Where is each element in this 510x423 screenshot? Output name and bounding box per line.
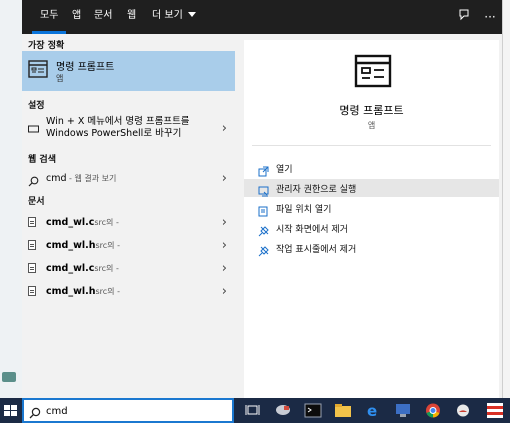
chrome-browser-icon[interactable] — [422, 400, 444, 421]
taskbar: e — [0, 398, 510, 423]
feedback-icon[interactable] — [450, 0, 478, 34]
chevron-down-icon — [187, 12, 196, 17]
chevron-right-icon: › — [221, 238, 227, 253]
search-icon — [29, 404, 41, 423]
detail-subtitle: 앱 — [367, 121, 376, 130]
best-match-name: 명령 프롬프트 — [56, 62, 115, 73]
desktop-icon[interactable] — [2, 372, 16, 382]
settings-item[interactable]: Win + X 메뉴에서 명령 프롬프트를 Windows PowerShell… — [22, 116, 235, 144]
search-icon — [28, 172, 39, 191]
section-documents: 문서 — [28, 197, 45, 207]
unpin-icon — [258, 242, 269, 257]
document-icon — [28, 217, 36, 227]
document-item[interactable]: cmd_wl.csrc의 - › — [22, 260, 235, 278]
unpin-icon — [258, 222, 269, 237]
open-icon — [258, 162, 269, 177]
windows-start-icon[interactable] — [0, 398, 22, 423]
detail-title: 명령 프롬프트 — [339, 104, 404, 117]
document-icon — [28, 240, 36, 250]
document-icon — [28, 286, 36, 296]
display-settings-icon — [28, 119, 39, 138]
command-prompt-icon — [28, 60, 48, 82]
app-icon[interactable] — [484, 400, 506, 421]
tab-web[interactable]: 웹 — [119, 0, 144, 34]
desktop-background — [0, 0, 22, 398]
document-item[interactable]: cmd_wl.csrc의 - › — [22, 214, 235, 232]
svg-text:e: e — [367, 402, 377, 420]
app-icon[interactable] — [452, 400, 474, 421]
app-icon[interactable] — [272, 400, 294, 421]
action-unpin-start[interactable]: 시작 화면에서 제거 — [244, 219, 499, 237]
folder-icon — [258, 202, 269, 217]
section-web-search: 웹 검색 — [28, 155, 56, 165]
best-match-type: 앱 — [56, 74, 64, 83]
more-options-icon[interactable]: ··· — [476, 0, 504, 34]
filter-tab-bar: 모두 앱 문서 웹 더 보기 ··· — [22, 0, 502, 34]
search-input[interactable] — [46, 403, 226, 419]
section-best-match: 가장 정확 — [28, 41, 65, 51]
action-open[interactable]: 열기 — [244, 159, 499, 177]
tab-more[interactable]: 더 보기 — [144, 0, 204, 34]
task-view-icon[interactable] — [242, 400, 264, 421]
start-search-panel: 모두 앱 문서 웹 더 보기 ··· 가장 정확 명령 프롬프트 앱 설정 Wi… — [22, 0, 502, 398]
command-prompt-large-icon — [354, 54, 392, 92]
action-open-file-location[interactable]: 파일 위치 열기 — [244, 199, 499, 217]
action-unpin-taskbar[interactable]: 작업 표시줄에서 제거 — [244, 239, 499, 257]
chevron-right-icon: › — [221, 261, 227, 276]
document-item[interactable]: cmd_wl.hsrc의 - › — [22, 237, 235, 255]
best-match-item[interactable]: 명령 프롬프트 앱 — [22, 51, 235, 91]
tab-documents[interactable]: 문서 — [86, 0, 120, 34]
chevron-right-icon: › — [221, 171, 227, 186]
tab-all[interactable]: 모두 — [32, 0, 67, 34]
chevron-right-icon: › — [221, 284, 227, 299]
action-run-as-admin[interactable]: 관리자 권한으로 실행 — [244, 179, 499, 197]
document-icon — [28, 263, 36, 273]
terminal-icon[interactable] — [302, 400, 324, 421]
divider — [252, 145, 491, 146]
detail-pane: 명령 프롬프트 앱 열기 관리자 권한으로 실행 파일 위치 열기 시작 화면에… — [244, 40, 499, 398]
file-explorer-icon[interactable] — [332, 400, 354, 421]
desktop-window-edge — [502, 0, 510, 398]
section-settings: 설정 — [28, 101, 45, 111]
web-search-item[interactable]: cmd - 웹 결과 보기 › — [22, 170, 235, 188]
app-icon[interactable] — [392, 400, 414, 421]
taskbar-search-box[interactable] — [22, 398, 234, 423]
chevron-right-icon: › — [221, 121, 227, 136]
chevron-right-icon: › — [221, 215, 227, 230]
results-list: 가장 정확 명령 프롬프트 앱 설정 Win + X 메뉴에서 명령 프롬프트를… — [22, 34, 240, 398]
edge-browser-icon[interactable]: e — [362, 400, 384, 421]
admin-icon — [258, 182, 269, 197]
document-item[interactable]: cmd_wl.hsrc의 - › — [22, 283, 235, 301]
